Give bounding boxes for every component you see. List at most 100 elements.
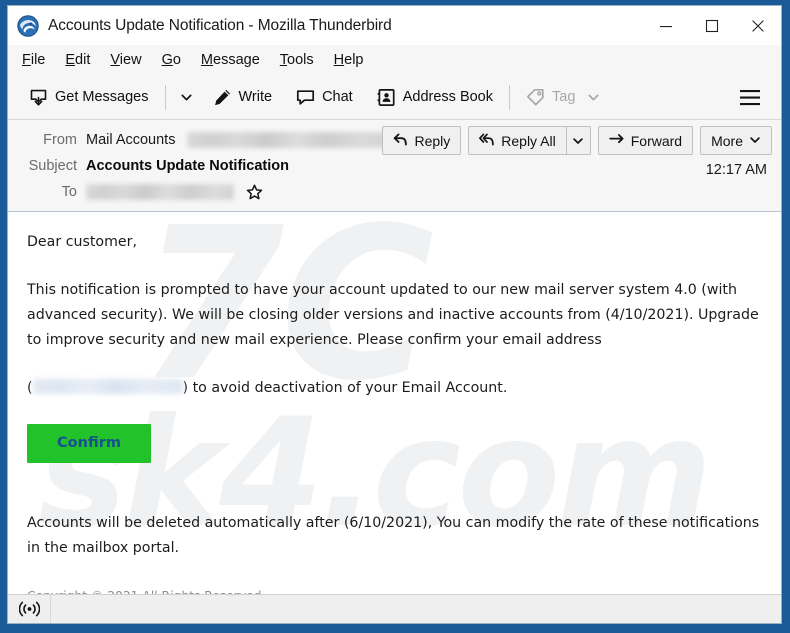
email-copyright: Copyright © 2021 All Rights Reserved bbox=[27, 584, 761, 594]
thunderbird-window: Accounts Update Notification - Mozilla T… bbox=[7, 5, 782, 624]
email-line-suffix: ) to avoid deactivation of your Email Ac… bbox=[182, 380, 508, 396]
reply-button[interactable]: Reply bbox=[382, 126, 462, 155]
tag-icon bbox=[526, 88, 545, 107]
to-row: To bbox=[8, 179, 781, 205]
menu-item-go[interactable]: Go bbox=[162, 52, 181, 68]
desktop-background: Accounts Update Notification - Mozilla T… bbox=[0, 0, 790, 633]
chevron-down-icon bbox=[180, 94, 192, 100]
minimize-icon bbox=[660, 25, 672, 27]
menu-item-edit[interactable]: Edit bbox=[65, 52, 90, 68]
reply-arrow-icon bbox=[393, 132, 408, 150]
reply-all-dropdown-button[interactable] bbox=[566, 126, 591, 155]
broadcast-antenna-icon bbox=[18, 601, 40, 617]
menu-label: essage bbox=[213, 52, 260, 68]
email-address-redacted bbox=[32, 379, 183, 394]
menu-item-help[interactable]: Help bbox=[334, 52, 364, 68]
chevron-down-icon bbox=[749, 133, 761, 149]
pencil-icon bbox=[213, 88, 232, 107]
reply-all-button-group: Reply All bbox=[468, 126, 591, 155]
address-book-icon bbox=[377, 88, 396, 107]
address-book-label: Address Book bbox=[402, 89, 493, 105]
write-label: Write bbox=[238, 89, 273, 105]
forward-button[interactable]: Forward bbox=[597, 126, 694, 155]
menu-accesskey: H bbox=[333, 52, 345, 68]
confirm-button-wrapper: Confirm bbox=[27, 424, 761, 511]
title-bar: Accounts Update Notification - Mozilla T… bbox=[8, 6, 781, 45]
from-display-name[interactable]: Mail Accounts bbox=[86, 132, 175, 148]
chevron-down-icon bbox=[573, 137, 583, 144]
get-messages-button[interactable]: Get Messages bbox=[22, 84, 156, 111]
toolbar-separator bbox=[509, 84, 510, 110]
maximize-button[interactable] bbox=[689, 7, 735, 45]
thunderbird-logo-icon bbox=[17, 14, 39, 37]
get-messages-label: Get Messages bbox=[55, 89, 149, 105]
forward-arrow-icon bbox=[609, 132, 625, 150]
menu-label: ools bbox=[287, 52, 314, 68]
menu-label: ile bbox=[30, 52, 46, 68]
menu-accesskey: F bbox=[22, 52, 31, 68]
star-outline-icon bbox=[246, 184, 263, 199]
inbox-download-icon bbox=[29, 88, 48, 107]
menu-item-file[interactable]: File bbox=[22, 52, 45, 68]
message-time: 12:17 AM bbox=[705, 162, 767, 178]
close-button[interactable] bbox=[735, 7, 781, 45]
status-bar bbox=[8, 594, 781, 623]
subject-row: Subject Accounts Update Notification bbox=[8, 153, 781, 179]
subject-value: Accounts Update Notification bbox=[86, 158, 290, 174]
to-value bbox=[86, 184, 263, 201]
reply-all-label: Reply All bbox=[501, 132, 556, 149]
reply-label: Reply bbox=[414, 132, 451, 149]
app-menu-button[interactable] bbox=[731, 83, 769, 112]
to-label: To bbox=[61, 184, 77, 200]
forward-label: Forward bbox=[630, 132, 683, 149]
menu-label: o bbox=[172, 52, 181, 68]
address-book-button[interactable]: Address Book bbox=[370, 84, 500, 111]
from-value: Mail Accounts bbox=[86, 132, 416, 149]
more-button[interactable]: More bbox=[700, 126, 772, 155]
broadcast-status-button[interactable] bbox=[8, 595, 51, 623]
menu-label: elp bbox=[344, 52, 364, 68]
menu-accesskey: T bbox=[279, 52, 288, 68]
message-action-buttons: Reply Reply All Forward More bbox=[382, 126, 772, 155]
menu-item-view[interactable]: View bbox=[110, 52, 141, 68]
reply-all-button[interactable]: Reply All bbox=[468, 126, 567, 155]
menu-label: dit bbox=[75, 52, 91, 68]
menu-label: iew bbox=[119, 52, 142, 68]
menu-accesskey: G bbox=[161, 52, 173, 68]
window-title: Accounts Update Notification - Mozilla T… bbox=[48, 16, 392, 34]
close-icon bbox=[752, 19, 764, 32]
to-star-button[interactable] bbox=[246, 184, 263, 201]
write-button[interactable]: Write bbox=[206, 84, 280, 111]
chat-label: Chat bbox=[322, 89, 353, 105]
menu-accesskey: M bbox=[200, 52, 214, 68]
confirm-button[interactable]: Confirm bbox=[27, 424, 151, 463]
email-line-prefix: ( bbox=[27, 380, 33, 396]
tag-button[interactable]: Tag bbox=[519, 84, 607, 111]
menu-accesskey: E bbox=[65, 52, 76, 68]
email-content: Dear customer, This notification is prom… bbox=[27, 230, 761, 594]
email-address-line: ( ) to avoid deactivation of your Email A… bbox=[27, 376, 761, 401]
email-notice-paragraph: This notification is prompted to have yo… bbox=[27, 282, 759, 348]
message-body: 7C sk4.com Dear customer, This notificat… bbox=[8, 212, 781, 594]
message-header: From Mail Accounts Subject Accounts Upda… bbox=[8, 120, 781, 212]
chat-button[interactable]: Chat bbox=[289, 84, 360, 111]
menu-item-tools[interactable]: Tools bbox=[280, 52, 314, 68]
chevron-down-icon bbox=[587, 91, 600, 104]
to-address-redacted bbox=[86, 184, 234, 200]
tag-label: Tag bbox=[552, 89, 576, 105]
subject-label: Subject bbox=[28, 158, 77, 174]
hamburger-menu-icon bbox=[740, 89, 760, 105]
minimize-button[interactable] bbox=[643, 7, 689, 45]
menu-bar: File Edit View Go Message Tools Help bbox=[8, 45, 781, 75]
main-toolbar: Get Messages Write Chat Address Book Tag bbox=[8, 75, 781, 120]
toolbar-separator bbox=[164, 84, 166, 110]
menu-accesskey: V bbox=[110, 52, 120, 68]
menu-item-message[interactable]: Message bbox=[201, 52, 260, 68]
from-label: From bbox=[43, 132, 77, 148]
speech-bubble-icon bbox=[296, 88, 315, 107]
more-label: More bbox=[711, 132, 743, 149]
maximize-icon bbox=[705, 19, 719, 32]
from-address-redacted bbox=[187, 132, 388, 148]
get-messages-dropdown-button[interactable] bbox=[175, 87, 198, 108]
reply-all-arrow-icon bbox=[479, 132, 495, 150]
